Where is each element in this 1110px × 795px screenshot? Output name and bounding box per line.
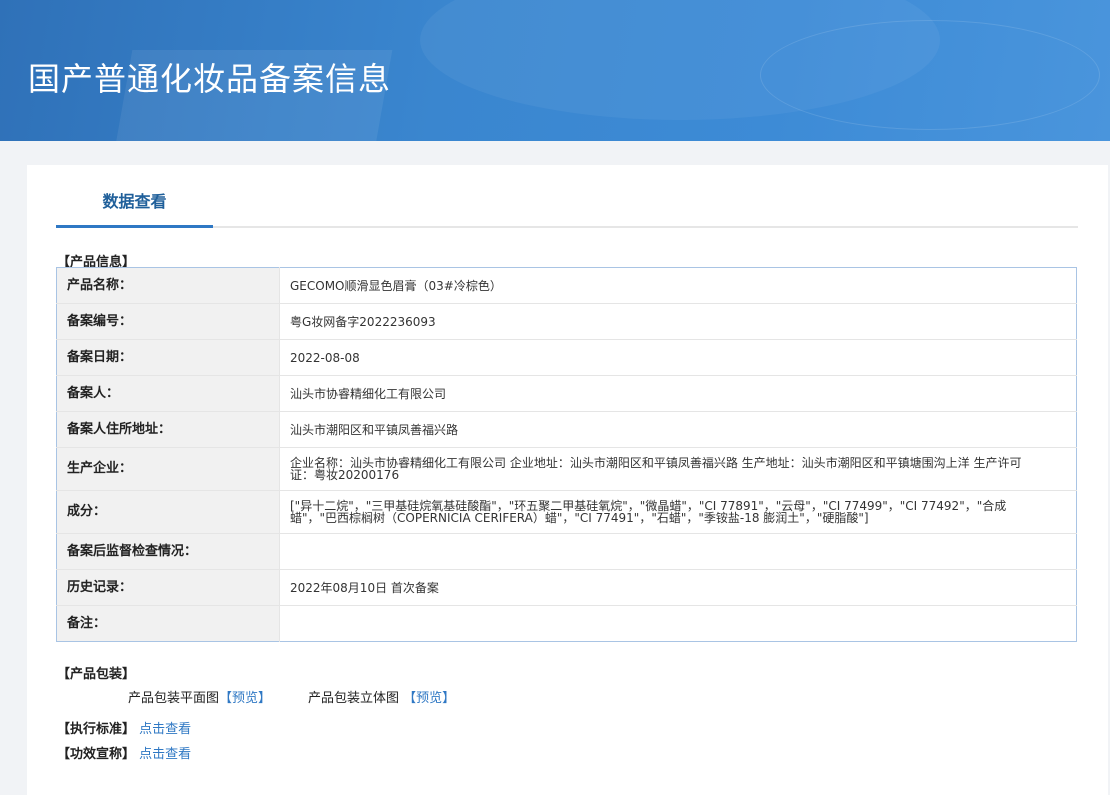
table-row: 历史记录： 2022年08月10日 首次备案: [56, 569, 1077, 606]
tab-data-view[interactable]: 数据查看: [56, 165, 213, 228]
table-row: 产品名称： GECOMO顺滑显色眉膏（03#冷棕色）: [56, 267, 1077, 304]
table-row: 成分： ["异十二烷"，"三甲基硅烷氧基硅酸酯"，"环五聚二甲基硅氧烷"，"微晶…: [56, 490, 1077, 534]
row-key: 备案编号：: [56, 303, 280, 340]
row-key: 备案人：: [56, 375, 280, 412]
efficacy-label: 【功效宣称】: [57, 747, 136, 762]
table-row: 备案人住所地址： 汕头市潮阳区和平镇凤善福兴路: [56, 411, 1077, 448]
table-row: 备案编号： 粤G妆网备字2022236093: [56, 303, 1077, 340]
row-value: GECOMO顺滑显色眉膏（03#冷棕色）: [279, 267, 1077, 304]
table-row: 备注：: [56, 605, 1077, 642]
row-key: 成分：: [56, 490, 280, 534]
packaging-flat-preview-link[interactable]: 【预览】: [219, 691, 271, 706]
row-value: 2022-08-08: [279, 339, 1077, 376]
row-value: 粤G妆网备字2022236093: [279, 303, 1077, 340]
page-title: 国产普通化妆品备案信息: [28, 60, 392, 98]
row-key: 产品名称：: [56, 267, 280, 304]
row-value: ["异十二烷"，"三甲基硅烷氧基硅酸酯"，"环五聚二甲基硅氧烷"，"微晶蜡"，"…: [279, 490, 1077, 534]
table-row: 备案日期： 2022-08-08: [56, 339, 1077, 376]
row-value: 汕头市潮阳区和平镇凤善福兴路: [279, 411, 1077, 448]
row-key: 生产企业：: [56, 447, 280, 491]
standard-label: 【执行标准】: [57, 722, 136, 737]
table-row: 备案人： 汕头市协睿精细化工有限公司: [56, 375, 1077, 412]
row-value: 2022年08月10日 首次备案: [279, 569, 1077, 606]
packaging-section-label: 【产品包装】: [57, 667, 136, 682]
packaging-flat-item: 产品包装平面图【预览】: [128, 687, 271, 706]
row-value: [280, 606, 1077, 642]
tab-bar: 数据查看: [56, 165, 1078, 228]
standard-row: 【执行标准】 点击查看: [57, 718, 191, 737]
banner-decoration: [760, 20, 1100, 130]
efficacy-view-link[interactable]: 点击查看: [139, 747, 191, 762]
table-row: 生产企业： 企业名称：汕头市协睿精细化工有限公司 企业地址：汕头市潮阳区和平镇凤…: [56, 447, 1077, 491]
product-info-table: 产品名称： GECOMO顺滑显色眉膏（03#冷棕色） 备案编号： 粤G妆网备字2…: [56, 267, 1077, 642]
row-key: 备案后监督检查情况：: [56, 533, 280, 570]
content-panel: 数据查看 【产品信息】 产品名称： GECOMO顺滑显色眉膏（03#冷棕色） 备…: [27, 165, 1108, 795]
table-row: 备案后监督检查情况：: [56, 533, 1077, 570]
row-value: 企业名称：汕头市协睿精细化工有限公司 企业地址：汕头市潮阳区和平镇凤善福兴路 生…: [279, 447, 1077, 491]
standard-view-link[interactable]: 点击查看: [139, 722, 191, 737]
packaging-solid-preview-link[interactable]: 【预览】: [403, 691, 455, 706]
row-value: 汕头市协睿精细化工有限公司: [279, 375, 1077, 412]
header-banner: 国产普通化妆品备案信息: [0, 0, 1110, 141]
efficacy-row: 【功效宣称】 点击查看: [57, 743, 191, 762]
row-value: [279, 533, 1077, 570]
row-key: 备案人住所地址：: [56, 411, 280, 448]
row-key: 备注：: [56, 605, 280, 642]
packaging-flat-label: 产品包装平面图: [128, 691, 220, 706]
packaging-solid-label: 产品包装立体图: [308, 691, 400, 706]
packaging-solid-item: 产品包装立体图 【预览】: [308, 687, 455, 706]
row-key: 历史记录：: [56, 569, 280, 606]
row-key: 备案日期：: [56, 339, 280, 376]
